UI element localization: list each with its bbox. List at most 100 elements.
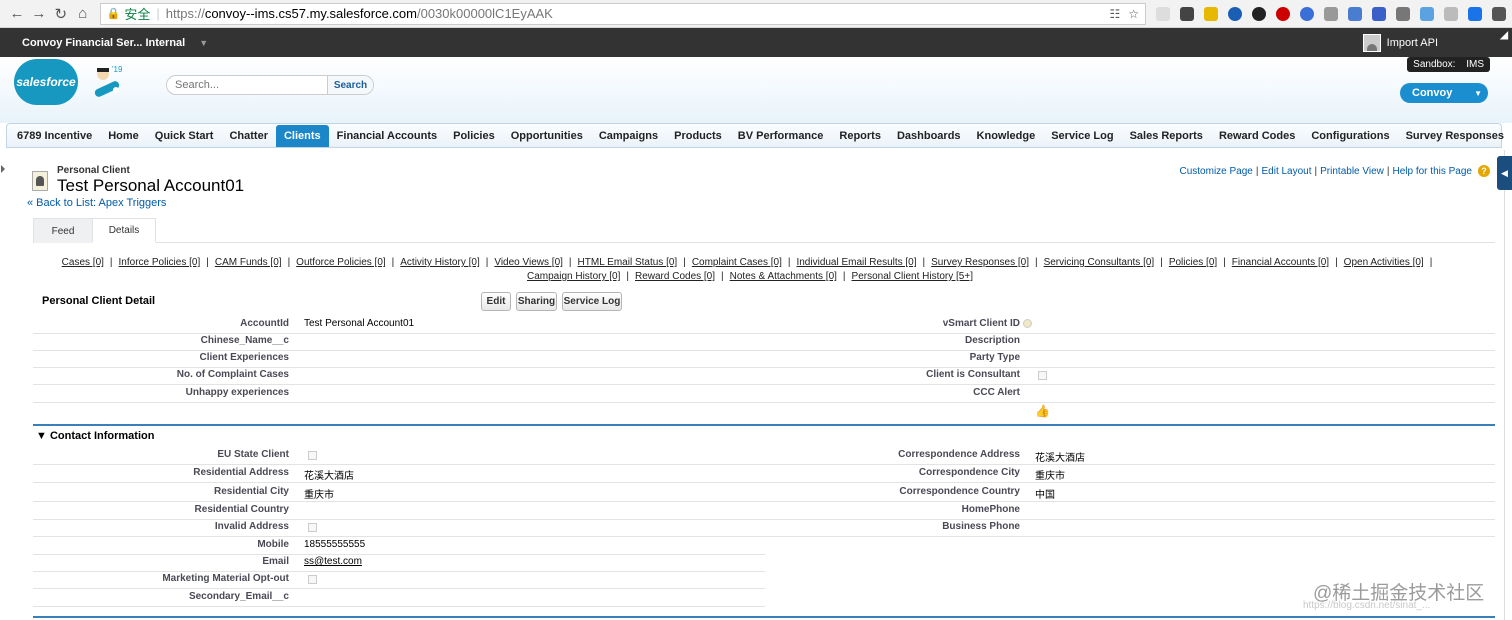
address-bar[interactable]: 🔒 安全 | https:// convoy--ims.cs57.my.sale…	[99, 2, 1146, 25]
related-list-link[interactable]: Inforce Policies [0]	[119, 257, 201, 268]
help-link[interactable]: Help for this Page	[1393, 166, 1473, 177]
edit-layout-link[interactable]: Edit Layout	[1261, 166, 1311, 177]
related-list-link[interactable]: Activity History [0]	[400, 257, 479, 268]
extension-icon[interactable]	[1204, 6, 1218, 21]
search-button[interactable]: Search	[327, 76, 373, 94]
user-menu[interactable]: Import API	[1387, 37, 1438, 49]
sidebar-expand-handle[interactable]	[0, 151, 6, 187]
extension-icon[interactable]	[1396, 6, 1410, 21]
help-icon[interactable]: ?	[1478, 165, 1490, 177]
extension-icon[interactable]	[1324, 6, 1338, 21]
related-list-link[interactable]: Personal Client History [5+]	[852, 271, 973, 282]
related-list-link[interactable]: HTML Email Status [0]	[578, 257, 678, 268]
related-list-link[interactable]: Reward Codes [0]	[635, 271, 715, 282]
tab-feed[interactable]: Feed	[33, 218, 93, 243]
related-list-link[interactable]: Video Views [0]	[494, 257, 563, 268]
customize-page-link[interactable]: Customize Page	[1180, 166, 1253, 177]
extension-icon[interactable]	[1300, 6, 1314, 21]
related-list-link[interactable]: Complaint Cases [0]	[692, 257, 782, 268]
tab-sales-reports[interactable]: Sales Reports	[1122, 125, 1211, 147]
tab-chatter[interactable]: Chatter	[221, 125, 276, 147]
contact-section-header[interactable]: ▼ Contact Information	[36, 430, 154, 442]
extension-icon[interactable]	[1348, 6, 1362, 21]
tab-products[interactable]: Products	[666, 125, 730, 147]
related-list-link[interactable]: Financial Accounts [0]	[1232, 257, 1329, 268]
field-value: 花溪大酒店	[1035, 453, 1085, 464]
home-icon[interactable]: ⌂	[72, 3, 94, 25]
salesforce-logo[interactable]: salesforce	[14, 59, 78, 105]
related-list-link[interactable]: CAM Funds [0]	[215, 257, 282, 268]
service-log-button[interactable]: Service Log	[562, 292, 622, 311]
related-list-link[interactable]: Campaign History [0]	[527, 271, 620, 282]
field-value: 重庆市	[1035, 471, 1065, 482]
extension-icon[interactable]	[1468, 6, 1482, 21]
field-label: No. of Complaint Cases	[176, 369, 289, 380]
link-separator: |	[485, 257, 489, 268]
sharing-button[interactable]: Sharing	[516, 292, 557, 311]
tab-bv-performance[interactable]: BV Performance	[730, 125, 832, 147]
field-label: Secondary_Email__c	[188, 591, 289, 602]
collapse-panel-icon[interactable]: ◀	[1497, 156, 1512, 190]
extension-icon[interactable]	[1252, 6, 1266, 21]
tab-campaigns[interactable]: Campaigns	[591, 125, 666, 147]
related-list-link[interactable]: Individual Email Results [0]	[796, 257, 916, 268]
forward-icon[interactable]: →	[28, 3, 50, 25]
related-list-link[interactable]: Cases [0]	[62, 257, 104, 268]
section-title: Personal Client Detail	[42, 295, 156, 307]
extension-icon[interactable]	[1228, 6, 1242, 21]
extension-icon[interactable]	[1276, 6, 1290, 21]
tab-6789-incentive[interactable]: 6789 Incentive	[9, 125, 100, 147]
extension-icon[interactable]	[1156, 6, 1170, 21]
search-input[interactable]	[167, 79, 327, 91]
reload-icon[interactable]: ↻	[50, 3, 72, 25]
app-menu-button[interactable]: Convoy ▼	[1400, 83, 1488, 103]
tab-reports[interactable]: Reports	[831, 125, 889, 147]
field-label: CCC Alert	[973, 387, 1020, 398]
info-icon[interactable]	[1023, 319, 1032, 328]
extension-icon[interactable]	[1372, 6, 1386, 21]
tab-financial-accounts[interactable]: Financial Accounts	[329, 125, 445, 147]
link-separator: |	[287, 257, 291, 268]
related-list-link[interactable]: Survey Responses [0]	[931, 257, 1029, 268]
printable-view-link[interactable]: Printable View	[1320, 166, 1384, 177]
field-row: Residential Address 花溪大酒店	[33, 466, 765, 483]
back-to-list-link[interactable]: « Back to List: Apex Triggers	[27, 197, 166, 209]
tab-knowledge[interactable]: Knowledge	[969, 125, 1044, 147]
chevron-down-icon[interactable]: ▼	[199, 38, 208, 48]
email-link[interactable]: ss@test.com	[304, 556, 362, 567]
tab-quick-start[interactable]: Quick Start	[147, 125, 222, 147]
tab-policies[interactable]: Policies	[445, 125, 503, 147]
bookmark-star-icon[interactable]: ☆	[1128, 7, 1139, 21]
extension-icon[interactable]	[1180, 6, 1194, 21]
tab-reward-codes[interactable]: Reward Codes	[1211, 125, 1303, 147]
related-list-link[interactable]: Notes & Attachments [0]	[730, 271, 837, 282]
related-list-link[interactable]: Servicing Consultants [0]	[1044, 257, 1155, 268]
field-label: HomePhone	[961, 504, 1020, 515]
field-row: Correspondence Country 中国	[765, 485, 1495, 502]
field-label: Residential City	[213, 486, 289, 497]
extension-icon[interactable]	[1420, 6, 1434, 21]
tab-home[interactable]: Home	[100, 125, 147, 147]
user-avatar-icon[interactable]	[1362, 33, 1381, 52]
tab-service-log[interactable]: Service Log	[1043, 125, 1121, 147]
link-separator: |	[109, 257, 113, 268]
tab-opportunities[interactable]: Opportunities	[503, 125, 591, 147]
tab-survey-responses[interactable]: Survey Responses	[1398, 125, 1512, 147]
extension-icon[interactable]	[1444, 6, 1458, 21]
collapse-triangle-icon[interactable]: ▼	[36, 430, 47, 442]
tab-dashboards[interactable]: Dashboards	[889, 125, 969, 147]
page-links: Customize Page | Edit Layout | Printable…	[1180, 165, 1490, 177]
org-name[interactable]: Convoy Financial Ser... Internal	[22, 37, 185, 49]
related-list-link[interactable]: Outforce Policies [0]	[296, 257, 385, 268]
related-list-link[interactable]: Policies [0]	[1169, 257, 1217, 268]
field-row: Invalid Address	[33, 520, 765, 537]
tab-details[interactable]: Details	[92, 218, 156, 243]
related-list-link[interactable]: Open Activities [0]	[1344, 257, 1424, 268]
back-icon[interactable]: ←	[6, 3, 28, 25]
edit-button[interactable]: Edit	[481, 292, 511, 311]
url-path: /0030k00000lC1EyAAK	[416, 6, 553, 21]
translate-icon[interactable]: ☷	[1109, 7, 1120, 21]
tab-configurations[interactable]: Configurations	[1303, 125, 1397, 147]
menu-icon[interactable]	[1492, 6, 1506, 21]
tab-clients[interactable]: Clients	[275, 124, 329, 147]
